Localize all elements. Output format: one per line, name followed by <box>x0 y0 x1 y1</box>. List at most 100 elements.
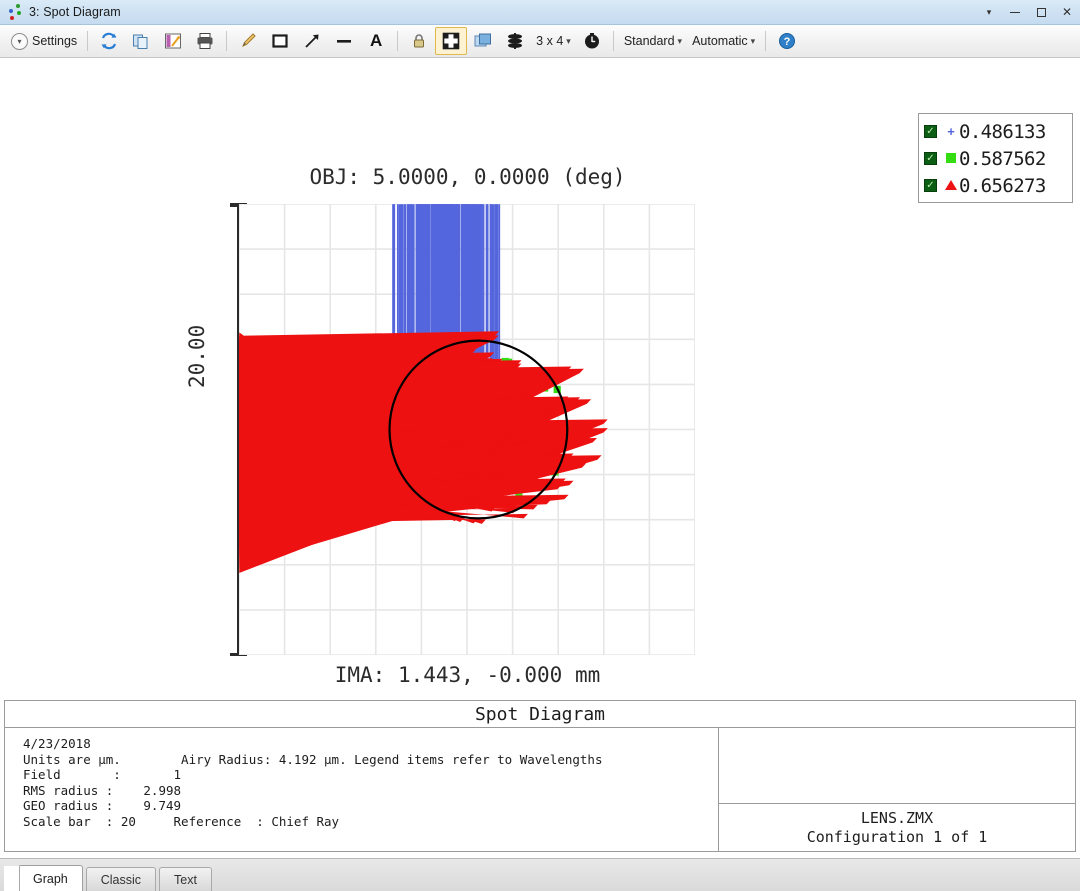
info-panel-details: 4/23/2018 Units are µm. Airy Radius: 4.1… <box>5 728 719 852</box>
pencil-tool-button[interactable] <box>232 27 264 55</box>
info-date: 4/23/2018 <box>23 736 91 751</box>
info-scale-bar: Scale bar : 20 Reference : Chief Ray <box>23 813 340 829</box>
toolbar-divider <box>765 31 767 51</box>
window-layout-button[interactable] <box>467 27 499 55</box>
copy-button[interactable] <box>125 27 157 55</box>
window-title: 3: Spot Diagram <box>29 5 121 19</box>
plot-footer: IMA: 1.443, -0.000 mm <box>334 663 601 687</box>
legend-checkbox[interactable]: ✓ <box>924 125 937 138</box>
rectangle-tool-button[interactable] <box>264 27 296 55</box>
main-toolbar: ▾ Settings A 3 x 4 ▾ Standard ▾ Automati… <box>0 25 1080 58</box>
tab-classic[interactable]: Classic <box>85 867 157 891</box>
arrow-icon <box>301 30 323 52</box>
legend-item[interactable]: ✓ 0.656273 <box>924 172 1067 199</box>
close-icon: ✕ <box>1061 5 1073 19</box>
copy-icon <box>130 30 152 52</box>
chevron-down-icon: ▾ <box>750 35 756 46</box>
info-units: Units are µm. Airy Radius: 4.192 µm. Leg… <box>23 751 603 767</box>
spot-scatter-svg <box>239 204 695 655</box>
info-panel-right-blank <box>719 728 1075 804</box>
arrow-tool-button[interactable] <box>296 27 328 55</box>
wavelength-legend: ✓ + 0.486133 ✓ 0.587562 ✓ 0.656273 <box>918 113 1073 203</box>
tab-graph-label: Graph <box>33 871 68 886</box>
svg-text:?: ? <box>784 36 791 48</box>
chevron-down-icon: ▾ <box>986 6 992 17</box>
legend-label: 0.587562 <box>959 147 1046 170</box>
save-chart-icon <box>162 30 184 52</box>
window-menu-icon[interactable]: ▾ <box>976 0 1002 24</box>
window-titlebar: 3: Spot Diagram ▾ ✕ <box>0 0 1080 25</box>
legend-label: 0.486133 <box>959 120 1046 143</box>
line-icon <box>333 30 355 52</box>
window-controls: ▾ ✕ <box>976 0 1080 24</box>
tab-graph[interactable]: Graph <box>18 865 83 891</box>
info-rms-radius: RMS radius : 2.998 <box>23 782 182 798</box>
info-panel-title: Spot Diagram <box>5 701 1075 728</box>
text-icon: A <box>370 31 383 50</box>
clock-icon <box>581 30 603 52</box>
tab-text-label: Text <box>174 872 197 887</box>
window-layout-icon <box>472 30 494 52</box>
chevron-down-icon: ▾ <box>11 32 28 50</box>
spot-diagram-window: 3: Spot Diagram ▾ ✕ ▾ Settings A 3 x 4 ▾… <box>0 0 1080 891</box>
help-icon: ? <box>776 30 798 52</box>
minimize-button[interactable] <box>1002 0 1028 24</box>
legend-item[interactable]: ✓ 0.587562 <box>924 145 1067 172</box>
legend-checkbox[interactable]: ✓ <box>924 152 937 165</box>
help-button[interactable]: ? <box>771 27 803 55</box>
lens-file-name: LENS.ZMX <box>860 809 934 827</box>
toolbar-divider <box>397 31 399 51</box>
info-panel-right: LENS.ZMX Configuration 1 of 1 <box>719 728 1075 852</box>
maximize-button[interactable] <box>1028 0 1054 24</box>
style-selector[interactable]: Standard ▾ <box>619 27 687 55</box>
save-chart-button[interactable] <box>157 27 189 55</box>
lock-icon <box>408 30 430 52</box>
lock-button[interactable] <box>403 27 435 55</box>
tab-text[interactable]: Text <box>159 867 212 891</box>
tab-classic-label: Classic <box>100 872 142 887</box>
clock-button[interactable] <box>576 27 608 55</box>
style-label: Standard <box>623 34 675 48</box>
text-tool-button[interactable]: A <box>360 27 392 55</box>
legend-label: 0.656273 <box>959 174 1046 197</box>
toolbar-divider <box>226 31 228 51</box>
pencil-icon <box>237 30 259 52</box>
scale-label: Automatic <box>692 34 748 48</box>
square-marker-icon <box>943 152 959 165</box>
layers-icon <box>504 30 526 52</box>
configuration-label: Configuration 1 of 1 <box>806 828 988 846</box>
fit-window-button[interactable] <box>435 27 468 55</box>
settings-button[interactable]: ▾ Settings <box>6 27 82 55</box>
scale-bar-label: 20.00 <box>185 324 209 388</box>
view-tabbar: Graph Classic Text <box>0 858 1080 891</box>
toolbar-divider <box>612 31 614 51</box>
rectangle-icon <box>269 30 291 52</box>
layers-button[interactable] <box>499 27 531 55</box>
refresh-button[interactable] <box>93 27 125 55</box>
legend-checkbox[interactable]: ✓ <box>924 179 937 192</box>
info-panel-lens-info: LENS.ZMX Configuration 1 of 1 <box>719 804 1075 852</box>
line-tool-button[interactable] <box>328 27 360 55</box>
settings-label: Settings <box>32 34 78 48</box>
info-geo-radius: GEO radius : 9.749 <box>23 798 182 813</box>
scale-selector[interactable]: Automatic ▾ <box>687 27 760 55</box>
cross-marker-icon: + <box>947 124 955 139</box>
triangle-marker-icon <box>943 179 959 192</box>
spot-diagram-icon <box>6 3 24 21</box>
plot-title: OBJ: 5.0000, 0.0000 (deg) <box>309 165 626 189</box>
maximize-icon <box>1036 7 1046 17</box>
minimize-icon <box>1010 11 1020 13</box>
tabbar-corner <box>4 866 20 891</box>
print-icon <box>194 30 216 52</box>
refresh-icon <box>98 30 120 52</box>
close-button[interactable]: ✕ <box>1054 0 1080 24</box>
chevron-down-icon: ▾ <box>566 35 571 46</box>
print-button[interactable] <box>189 27 221 55</box>
spot-plot-area[interactable] <box>239 204 695 655</box>
grid-size-selector[interactable]: 3 x 4 ▾ <box>531 27 576 55</box>
info-field: Field : 1 <box>23 767 182 782</box>
legend-item[interactable]: ✓ + 0.486133 <box>924 118 1067 145</box>
info-panel: Spot Diagram 4/23/2018 Units are µm. Air… <box>4 700 1076 852</box>
grid-size-label: 3 x 4 <box>536 34 564 48</box>
fit-window-icon <box>440 30 462 52</box>
